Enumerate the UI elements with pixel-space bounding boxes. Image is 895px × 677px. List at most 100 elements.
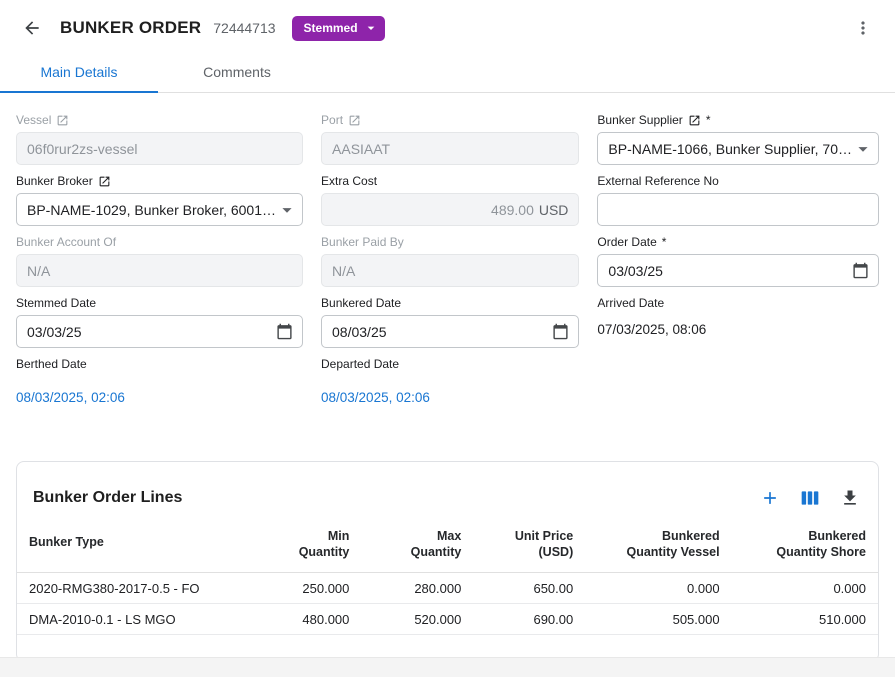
bunker-paid-by-label-text: Bunker Paid By [321, 235, 404, 249]
bunkered-date-value: 08/03/25 [332, 324, 387, 340]
bunker-order-lines-card: Bunker Order Lines Bunker Type [16, 461, 879, 662]
vessel-label: Vessel [16, 113, 303, 127]
table-row[interactable]: 2020-RMG380-2017-0.5 - FO 250.000 280.00… [17, 573, 878, 604]
download-icon [840, 488, 860, 508]
card-actions [754, 482, 866, 514]
calendar-icon[interactable] [276, 323, 293, 340]
stemmed-date-label: Stemmed Date [16, 296, 303, 310]
col-min-quantity: Min Quantity [258, 524, 361, 573]
kebab-menu-icon [853, 18, 873, 38]
departed-date-link[interactable]: 08/03/2025, 02:06 [321, 390, 430, 405]
port-label-text: Port [321, 113, 343, 127]
field-bunker-paid-by: Bunker Paid By [321, 235, 579, 287]
bunker-paid-by-label: Bunker Paid By [321, 235, 579, 249]
external-link-icon[interactable] [56, 114, 69, 127]
extra-cost-label: Extra Cost [321, 174, 579, 188]
add-line-button[interactable] [754, 482, 786, 514]
cell-bunkered-quantity-vessel: 505.000 [585, 604, 731, 635]
plus-icon [760, 488, 780, 508]
stemmed-date-value: 03/03/25 [27, 324, 82, 340]
col-bunker-type: Bunker Type [17, 524, 258, 573]
bunker-broker-value: BP-NAME-1029, Bunker Broker, 6001… [27, 202, 276, 218]
field-vessel: Vessel [16, 113, 303, 165]
download-button[interactable] [834, 482, 866, 514]
field-extra-cost: Extra Cost 489.00 USD [321, 174, 579, 226]
bunker-supplier-value: BP-NAME-1066, Bunker Supplier, 70… [608, 141, 852, 157]
cell-unit-price: 690.00 [473, 604, 585, 635]
arrived-date-label-text: Arrived Date [597, 296, 664, 310]
calendar-icon[interactable] [552, 323, 569, 340]
bunker-broker-select[interactable]: BP-NAME-1029, Bunker Broker, 6001… [16, 193, 303, 226]
order-date-value: 03/03/25 [608, 263, 663, 279]
extra-cost-currency: USD [539, 202, 569, 218]
table-header-row: Bunker Type Min Quantity Max Quantity Un… [17, 524, 878, 573]
bunker-paid-by-input [321, 254, 579, 287]
field-stemmed-date: Stemmed Date 03/03/25 [16, 296, 303, 348]
field-departed-date: Departed Date 08/03/2025, 02:06 [321, 357, 579, 405]
col-unit-price: Unit Price (USD) [473, 524, 585, 573]
tab-comments[interactable]: Comments [158, 56, 316, 92]
bunker-broker-label-text: Bunker Broker [16, 174, 93, 188]
bunker-supplier-label: Bunker Supplier * [597, 113, 879, 127]
caret-down-icon [276, 199, 298, 221]
extra-cost-label-text: Extra Cost [321, 174, 377, 188]
col-max-quantity: Max Quantity [361, 524, 473, 573]
external-reference-input[interactable] [597, 193, 879, 226]
order-number: 72444713 [213, 20, 275, 36]
external-reference-label-text: External Reference No [597, 174, 718, 188]
stemmed-date-label-text: Stemmed Date [16, 296, 96, 310]
main-details-panel: Vessel Port Bunker Supplier * [0, 93, 895, 405]
col-bunkered-quantity-shore: Bunkered Quantity Shore [732, 524, 878, 573]
col-bunkered-quantity-vessel: Bunkered Quantity Vessel [585, 524, 731, 573]
tab-main-details[interactable]: Main Details [0, 56, 158, 92]
order-date-label: Order Date * [597, 235, 879, 249]
external-link-icon[interactable] [688, 114, 701, 127]
field-order-date: Order Date * 03/03/25 [597, 235, 879, 287]
caret-down-icon [852, 138, 874, 160]
tab-bar: Main Details Comments [0, 56, 895, 93]
departed-date-label-text: Departed Date [321, 357, 399, 371]
field-external-reference: External Reference No [597, 174, 879, 226]
caret-down-icon [363, 20, 379, 36]
required-asterisk: * [706, 113, 711, 127]
cell-max-quantity: 280.000 [361, 573, 473, 604]
calendar-icon[interactable] [852, 262, 869, 279]
berthed-date-label: Berthed Date [16, 357, 303, 371]
horizontal-scrollbar-track[interactable] [0, 657, 895, 677]
cell-unit-price: 650.00 [473, 573, 585, 604]
arrow-left-icon [22, 18, 42, 38]
bunker-broker-label: Bunker Broker [16, 174, 303, 188]
bunker-supplier-select[interactable]: BP-NAME-1066, Bunker Supplier, 70… [597, 132, 879, 165]
status-label: Stemmed [304, 21, 358, 35]
cell-max-quantity: 520.000 [361, 604, 473, 635]
more-menu-button[interactable] [847, 12, 879, 44]
cell-min-quantity: 250.000 [258, 573, 361, 604]
card-header: Bunker Order Lines [17, 462, 878, 524]
vessel-label-text: Vessel [16, 113, 51, 127]
form-grid: Vessel Port Bunker Supplier * [16, 113, 879, 405]
status-badge[interactable]: Stemmed [292, 16, 385, 41]
table-row[interactable]: DMA-2010-0.1 - LS MGO 480.000 520.000 69… [17, 604, 878, 635]
arrived-date-value: 07/03/2025, 08:06 [597, 322, 879, 337]
choose-columns-button[interactable] [794, 482, 826, 514]
bunker-account-of-label-text: Bunker Account Of [16, 235, 116, 249]
berthed-date-link[interactable]: 08/03/2025, 02:06 [16, 390, 125, 405]
berthed-date-label-text: Berthed Date [16, 357, 87, 371]
field-berthed-date: Berthed Date 08/03/2025, 02:06 [16, 357, 303, 405]
external-link-icon[interactable] [348, 114, 361, 127]
bunkered-date-label-text: Bunkered Date [321, 296, 401, 310]
field-bunker-supplier: Bunker Supplier * BP-NAME-1066, Bunker S… [597, 113, 879, 165]
back-button[interactable] [16, 12, 48, 44]
stemmed-date-input[interactable]: 03/03/25 [16, 315, 303, 348]
order-date-input[interactable]: 03/03/25 [597, 254, 879, 287]
cell-bunkered-quantity-shore: 510.000 [732, 604, 878, 635]
bunkered-date-input[interactable]: 08/03/25 [321, 315, 579, 348]
arrived-date-label: Arrived Date [597, 296, 879, 310]
cell-bunker-type: DMA-2010-0.1 - LS MGO [17, 604, 258, 635]
bunker-supplier-label-text: Bunker Supplier [597, 113, 682, 127]
columns-icon [800, 488, 820, 508]
cell-bunkered-quantity-shore: 0.000 [732, 573, 878, 604]
page-title: BUNKER ORDER [60, 18, 201, 38]
external-link-icon[interactable] [98, 175, 111, 188]
cell-bunkered-quantity-vessel: 0.000 [585, 573, 731, 604]
